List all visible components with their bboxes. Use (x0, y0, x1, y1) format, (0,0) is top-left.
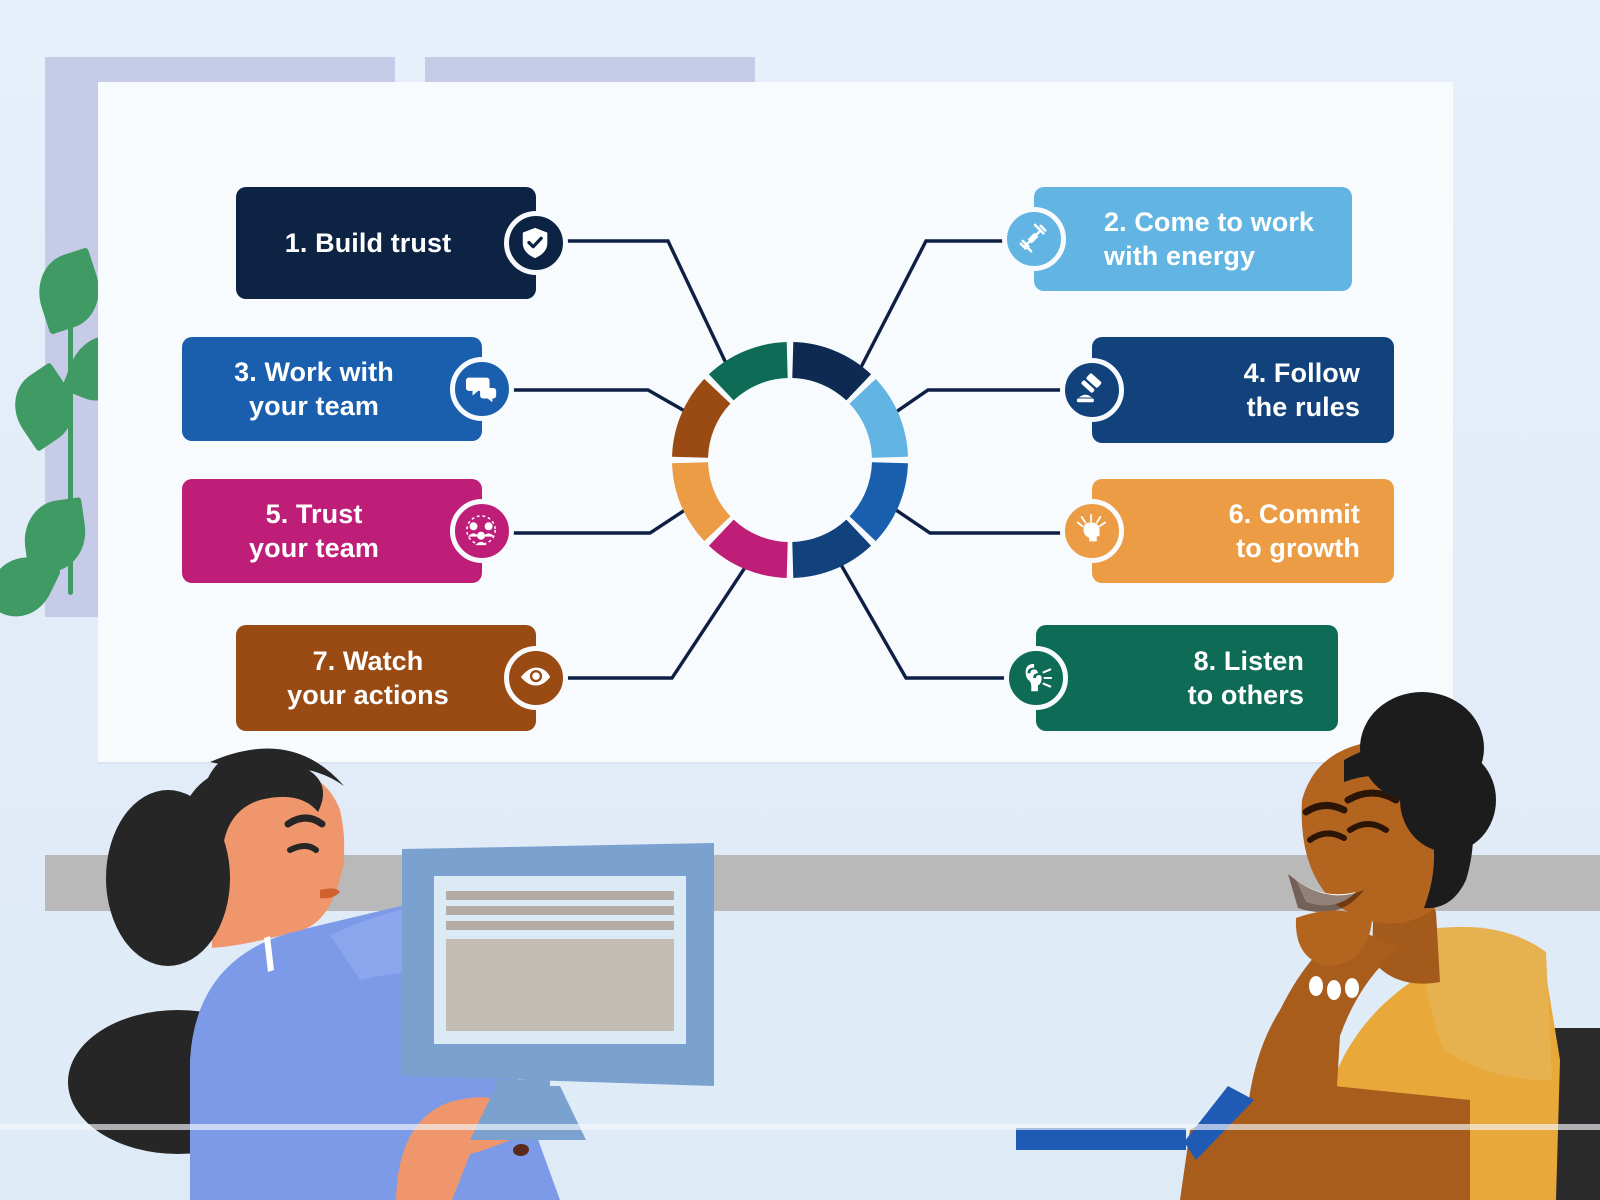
shield-check-icon (522, 227, 548, 259)
node-label-1: 1. Build trust (284, 227, 452, 258)
gavel-icon (1076, 373, 1102, 403)
node-box-5[interactable]: 5. Trust your team (182, 479, 514, 583)
node-label-7: 7. Watch your actions (287, 645, 449, 710)
node-label-4: 4. Follow the rules (1243, 357, 1360, 422)
node-badge-2[interactable] (1002, 207, 1066, 271)
node-box-3[interactable]: 3. Work with your team (182, 337, 514, 441)
node-box-2[interactable]: 2. Come to work with energy (1002, 187, 1352, 291)
node-label-2: 2. Come to work with energy (1104, 206, 1315, 271)
node-badge-3[interactable] (450, 357, 514, 421)
head-idea-icon (1076, 514, 1107, 542)
node-badge-1[interactable] (504, 211, 568, 275)
node-box-6[interactable]: 6. Commit to growth (1060, 479, 1394, 583)
ear-listen-icon (1025, 663, 1053, 692)
team-circle-icon (466, 515, 496, 546)
node-box-7[interactable]: 7. Watch your actions (236, 625, 568, 731)
node-badge-5[interactable] (450, 499, 514, 563)
node-badge-8[interactable] (1004, 646, 1068, 710)
chat-bubbles-icon (465, 377, 497, 403)
node-label-3: 3. Work with your team (234, 356, 394, 421)
plant-stem (68, 295, 73, 595)
node-label-6: 6. Commit to growth (1228, 498, 1360, 563)
illustration-stage: 1. Build trust 2. Come to work with energ… (0, 0, 1600, 1200)
node-box-8[interactable]: 8. Listen to others (1004, 625, 1338, 731)
wall-lower (0, 911, 1600, 1141)
node-label-8: 8. Listen to others (1187, 645, 1304, 710)
node-badge-7[interactable] (504, 646, 568, 710)
node-label-5: 5. Trust your team (249, 498, 379, 563)
node-box-4[interactable]: 4. Follow the rules (1060, 337, 1394, 443)
eye-icon (520, 667, 551, 686)
dumbbell-icon (1019, 223, 1047, 253)
node-badge-6[interactable] (1060, 499, 1124, 563)
node-badge-4[interactable] (1060, 358, 1124, 422)
wall-rail (45, 855, 1600, 911)
node-box-1[interactable]: 1. Build trust (236, 187, 568, 299)
